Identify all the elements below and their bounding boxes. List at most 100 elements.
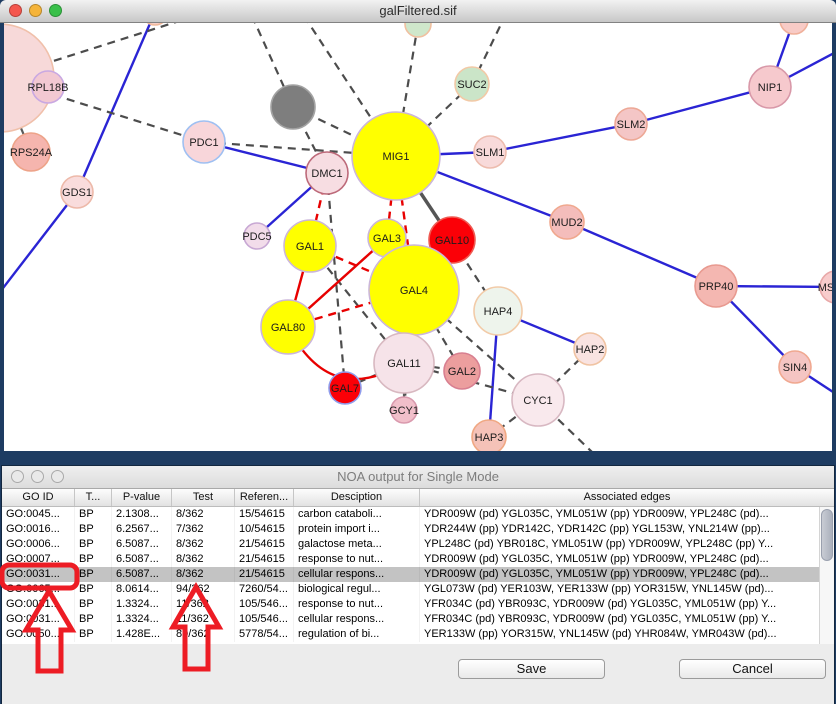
- node-MS[interactable]: MS: [818, 271, 832, 303]
- cell-p_value: 1.428E...: [112, 627, 172, 642]
- svg-text:GAL2: GAL2: [448, 366, 476, 378]
- node-GAL1[interactable]: GAL1: [284, 220, 336, 272]
- cancel-button[interactable]: Cancel: [679, 659, 826, 679]
- node-HAP4[interactable]: HAP4: [474, 287, 522, 335]
- table-scrollbar[interactable]: [819, 507, 834, 644]
- node-HAP2[interactable]: HAP2: [574, 333, 606, 365]
- svg-text:GAL3: GAL3: [373, 233, 401, 245]
- cell-reference: 10/54615: [235, 522, 294, 537]
- cell-type: BP: [75, 597, 112, 612]
- cell-go_id: GO:0031...: [2, 567, 75, 582]
- node-SIN4[interactable]: SIN4: [779, 351, 811, 383]
- noa-window-titlebar[interactable]: NOA output for Single Mode: [2, 466, 834, 489]
- cell-description: carbon cataboli...: [294, 507, 420, 522]
- network-window-titlebar[interactable]: galFiltered.sif: [0, 0, 836, 23]
- cell-p_value: 8.0614...: [112, 582, 172, 597]
- edge: [567, 222, 716, 286]
- table-row[interactable]: GO:0045...BP2.1308...8/36215/54615carbon…: [2, 507, 834, 522]
- node-SLM1[interactable]: SLM1: [474, 136, 506, 168]
- cell-p_value: 1.3324...: [112, 612, 172, 627]
- cell-p_value: 6.5087...: [112, 537, 172, 552]
- svg-text:MUD2: MUD2: [551, 217, 582, 229]
- table-row[interactable]: GO:0031...BP1.3324...11/362105/546...cel…: [2, 612, 834, 627]
- svg-text:GCY1: GCY1: [389, 405, 419, 417]
- svg-text:GDS1: GDS1: [62, 187, 92, 199]
- column-header-type[interactable]: T...: [75, 489, 112, 506]
- cell-edges: YDR009W (pd) YGL035C, YML051W (pp) YDR00…: [420, 507, 834, 522]
- cell-edges: YFR034C (pd) YBR093C, YDR009W (pd) YGL03…: [420, 612, 834, 627]
- svg-text:HAP2: HAP2: [576, 344, 605, 356]
- node-GAL80[interactable]: GAL80: [261, 300, 315, 354]
- cell-go_id: GO:0050...: [2, 627, 75, 642]
- cell-edges: YPL248C (pd) YBR018C, YML051W (pp) YDR00…: [420, 537, 834, 552]
- cell-description: protein import i...: [294, 522, 420, 537]
- table-row[interactable]: GO:0050...BP1.428E...80/3625778/54...reg…: [2, 627, 834, 642]
- column-header-go_id[interactable]: GO ID: [2, 489, 75, 506]
- cell-description: response to nut...: [294, 552, 420, 567]
- node-top-green[interactable]: [405, 23, 431, 37]
- edge: [77, 23, 155, 192]
- network-canvas[interactable]: RPL18B RPS24A GDS1 PDC1 DMC1 MIG1 SUC2 SLM1 SLM2…: [4, 23, 832, 451]
- svg-text:GAL11: GAL11: [387, 358, 420, 370]
- cell-edges: YDR244W (pp) YDR142C, YDR142C (pp) YGL15…: [420, 522, 834, 537]
- table-row[interactable]: GO:0006...BP6.5087...8/36221/54615galact…: [2, 537, 834, 552]
- node-GAL7[interactable]: GAL7: [329, 372, 361, 404]
- cell-p_value: 6.2567...: [112, 522, 172, 537]
- node-NIP1[interactable]: NIP1: [749, 66, 791, 108]
- cell-edges: YDR009W (pd) YGL035C, YML051W (pp) YDR00…: [420, 567, 834, 582]
- column-header-test[interactable]: Test: [172, 489, 235, 506]
- svg-text:CYC1: CYC1: [523, 395, 552, 407]
- cell-reference: 21/54615: [235, 567, 294, 582]
- svg-text:MS: MS: [818, 282, 832, 294]
- table-row[interactable]: GO:0065...BP8.0614...94/3627260/54...bio…: [2, 582, 834, 597]
- svg-text:GAL4: GAL4: [400, 285, 428, 297]
- node-PDC1[interactable]: PDC1: [183, 121, 225, 163]
- node-gray-node[interactable]: [271, 85, 315, 129]
- node-MUD2[interactable]: MUD2: [550, 205, 584, 239]
- cell-reference: 7260/54...: [235, 582, 294, 597]
- node-DMC1[interactable]: DMC1: [306, 152, 348, 194]
- node-MIG1[interactable]: MIG1: [352, 112, 440, 200]
- node-CYC1[interactable]: CYC1: [512, 374, 564, 426]
- cell-type: BP: [75, 612, 112, 627]
- cell-p_value: 6.5087...: [112, 552, 172, 567]
- table-row[interactable]: GO:0031...BP1.3324...11/362105/546...res…: [2, 597, 834, 612]
- cell-type: BP: [75, 567, 112, 582]
- cell-test: 11/362: [172, 612, 235, 627]
- network-window: galFiltered.sif RPL18B RPS24A GDS1 PDC1 DMC1…: [0, 0, 836, 466]
- node-GAL4[interactable]: GAL4: [369, 245, 459, 335]
- svg-text:GAL80: GAL80: [271, 322, 305, 334]
- svg-text:DMC1: DMC1: [311, 168, 342, 180]
- column-header-description[interactable]: Desciption: [294, 489, 420, 506]
- cell-reference: 105/546...: [235, 612, 294, 627]
- table-row[interactable]: GO:0007...BP6.5087...8/36221/54615respon…: [2, 552, 834, 567]
- svg-text:HAP4: HAP4: [484, 306, 513, 318]
- node-GCY1[interactable]: GCY1: [389, 397, 419, 423]
- node-top-right-pink[interactable]: [780, 23, 808, 34]
- node-GDS1[interactable]: GDS1: [61, 176, 93, 208]
- node-HAP3[interactable]: HAP3: [472, 420, 506, 451]
- table-row[interactable]: GO:0016...BP6.2567...7/36210/54615protei…: [2, 522, 834, 537]
- svg-text:SIN4: SIN4: [783, 362, 807, 374]
- svg-text:NIP1: NIP1: [758, 82, 782, 94]
- network-svg: RPL18B RPS24A GDS1 PDC1 DMC1 MIG1 SUC2 SLM1 SLM2…: [4, 23, 832, 451]
- node-RPS24A[interactable]: RPS24A: [10, 133, 53, 171]
- column-header-reference[interactable]: Referen...: [235, 489, 294, 506]
- node-PDC5[interactable]: PDC5: [242, 223, 271, 249]
- noa-table-body: GO:0045...BP2.1308...8/36215/54615carbon…: [2, 507, 834, 644]
- node-GAL11[interactable]: GAL11: [374, 333, 434, 393]
- table-row[interactable]: GO:0031...BP6.5087...8/36221/54615cellul…: [2, 567, 834, 582]
- node-GAL2[interactable]: GAL2: [444, 353, 480, 389]
- cell-test: 8/362: [172, 537, 235, 552]
- edge: [4, 192, 77, 292]
- cell-go_id: GO:0065...: [2, 582, 75, 597]
- node-SUC2[interactable]: SUC2: [455, 67, 489, 101]
- column-header-p_value[interactable]: P-value: [112, 489, 172, 506]
- save-button[interactable]: Save: [458, 659, 605, 679]
- svg-text:RPL18B: RPL18B: [28, 82, 69, 94]
- scrollbar-thumb[interactable]: [821, 509, 833, 561]
- node-PRP40[interactable]: PRP40: [695, 265, 737, 307]
- svg-text:PDC5: PDC5: [242, 231, 271, 243]
- node-SLM2[interactable]: SLM2: [615, 108, 647, 140]
- column-header-edges[interactable]: Associated edges: [420, 489, 834, 506]
